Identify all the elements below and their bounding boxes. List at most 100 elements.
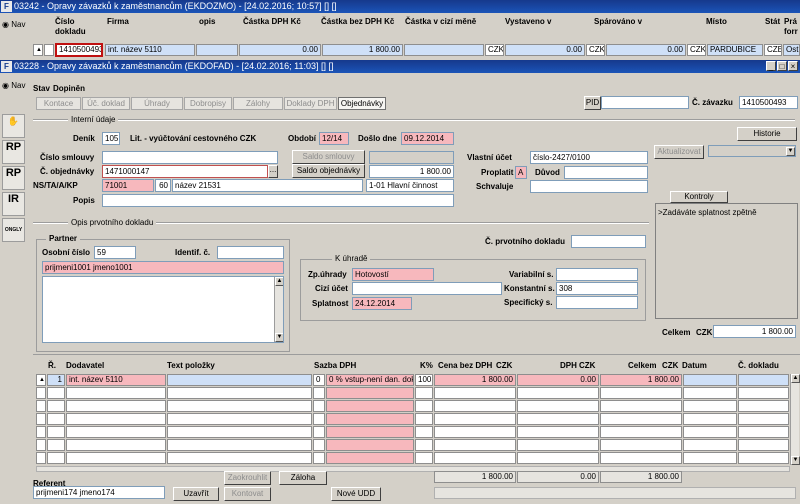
aktualizovat-select[interactable]: ▼ [708, 145, 796, 157]
table-cell[interactable] [47, 426, 65, 438]
table-cell[interactable] [167, 400, 312, 412]
a-field[interactable]: název 21531 [172, 179, 363, 192]
table-cell[interactable] [415, 426, 433, 438]
table-cell[interactable] [47, 400, 65, 412]
col-c-dokladu[interactable]: Č. dokladu [738, 361, 779, 370]
table-cell[interactable] [415, 439, 433, 451]
table-cell[interactable] [683, 413, 737, 425]
cell-mena3[interactable]: CZK [687, 44, 706, 56]
cell-cena[interactable]: 1 800.00 [434, 374, 516, 386]
table-cell[interactable] [517, 426, 599, 438]
cell-mena1[interactable]: CZK [485, 44, 504, 56]
table-cell[interactable] [167, 439, 312, 451]
cell-sparovano[interactable]: 0.00 [606, 44, 686, 56]
table-cell[interactable] [415, 400, 433, 412]
table-cell[interactable] [167, 452, 312, 464]
saldo-smlouvy-button[interactable]: Saldo smlouvy [292, 150, 365, 164]
table-cell[interactable] [600, 426, 682, 438]
tab-uc-doklad[interactable]: Úč. doklad [82, 97, 130, 110]
table-row[interactable] [30, 426, 800, 438]
table-row[interactable]: ▲ 1 int. název 5110 0 0 % vstup-není dan… [30, 374, 800, 386]
partner-name-field[interactable]: prijmeni1001 jmeno1001 [42, 261, 284, 274]
nav-button[interactable]: ◉ Nav [2, 80, 25, 91]
col-cena[interactable]: Cena bez DPH [438, 361, 492, 370]
table-cell[interactable] [167, 426, 312, 438]
cell-r[interactable]: 1 [47, 374, 65, 386]
col-castka-dph[interactable]: Částka DPH Kč [243, 17, 301, 26]
kontovat-button[interactable]: Kontovat [224, 487, 271, 501]
table-cell[interactable] [683, 439, 737, 451]
tab-kontace[interactable]: Kontace [36, 97, 81, 110]
table-cell[interactable] [36, 387, 46, 399]
table-row[interactable] [30, 452, 800, 464]
table-cell[interactable] [434, 426, 516, 438]
zaokrouhlit-button[interactable]: Zaokrouhlit [224, 471, 271, 485]
table-cell[interactable] [683, 452, 737, 464]
cizi-ucet-field[interactable] [352, 282, 502, 295]
table-cell[interactable] [66, 452, 166, 464]
table-cell[interactable] [738, 439, 789, 451]
col-dodavatel[interactable]: Dodavatel [66, 361, 104, 370]
table-cell[interactable] [600, 452, 682, 464]
tab-zalohy[interactable]: Zálohy [233, 97, 283, 110]
table-cell[interactable] [326, 413, 414, 425]
table-cell[interactable] [313, 387, 325, 399]
c-zavazku-field[interactable]: 1410500493 [739, 96, 798, 109]
table-cell[interactable] [47, 439, 65, 451]
table-row[interactable] [30, 400, 800, 412]
scroll-up-icon[interactable]: ▲ [275, 277, 283, 286]
kontroly-button[interactable]: Kontroly [670, 191, 728, 203]
cell-sazba-code[interactable]: 0 [313, 374, 325, 386]
table-cell[interactable] [415, 413, 433, 425]
table-cell[interactable] [36, 439, 46, 451]
specificky-field[interactable] [556, 296, 638, 309]
cell-vystaveno[interactable]: 0.00 [505, 44, 585, 56]
saldo-objednavky-button[interactable]: Saldo objednávky [292, 164, 365, 178]
col-vystaveno[interactable]: Vystaveno v [505, 17, 551, 26]
table-cell[interactable] [326, 387, 414, 399]
denik-field[interactable]: 105 [102, 132, 120, 145]
row-selector[interactable]: ▲ [36, 374, 46, 386]
col-dph[interactable]: DPH [560, 361, 577, 370]
table-cell[interactable] [313, 452, 325, 464]
table-cell[interactable] [517, 387, 599, 399]
zp-uhrady-field[interactable]: Hotovostí [352, 268, 434, 281]
table-cell[interactable] [434, 400, 516, 412]
minimize-button[interactable]: _ [766, 61, 776, 71]
col-castka-bez-dph[interactable]: Částka bez DPH Kč [321, 17, 394, 26]
table-cell[interactable] [313, 413, 325, 425]
rp-icon[interactable]: RP [2, 140, 25, 164]
nove-udd-button[interactable]: Nové UDD [331, 487, 381, 501]
table-cell[interactable] [47, 452, 65, 464]
cell-c-dokladu[interactable] [738, 374, 789, 386]
splatnost-field[interactable]: 24.12.2014 [352, 297, 412, 310]
close-button[interactable]: × [788, 61, 798, 71]
c-objednavky-field[interactable]: 1471000147 [102, 165, 268, 178]
tab-doklady-dph[interactable]: Doklady DPH [284, 97, 337, 110]
cell-castka-bez-dph[interactable]: 1 800.00 [322, 44, 403, 56]
table-cell[interactable] [738, 452, 789, 464]
table-cell[interactable] [326, 452, 414, 464]
cell-dph[interactable]: 0.00 [517, 374, 599, 386]
table-cell[interactable] [738, 387, 789, 399]
col-castka-cizi[interactable]: Částka v cizí měně [405, 17, 476, 26]
scroll-down-icon[interactable]: ▼ [791, 456, 800, 465]
aktualizovat-button[interactable]: Aktualizovat [654, 145, 704, 159]
proplatit-field[interactable]: A [515, 166, 527, 179]
col-sparovano[interactable]: Spárováno v [594, 17, 642, 26]
scroll-down-icon[interactable]: ▼ [275, 333, 283, 342]
table-cell[interactable] [167, 413, 312, 425]
cell-castka-dph[interactable]: 0.00 [239, 44, 321, 56]
col-firma[interactable]: Firma [107, 17, 129, 26]
scrollbar[interactable]: ▲ ▼ [274, 277, 283, 342]
obdobi-field[interactable]: 12/14 [319, 132, 349, 145]
tab-uhrady[interactable]: Úhrady [131, 97, 183, 110]
cell-k[interactable]: 100 [415, 374, 433, 386]
referent-field[interactable]: prijmeni174 jmeno174 [33, 486, 165, 499]
col-celkem[interactable]: Celkem [628, 361, 656, 370]
cell-stat[interactable]: CZE [764, 44, 782, 56]
table-cell[interactable] [683, 387, 737, 399]
table-row[interactable] [30, 387, 800, 399]
col-pra[interactable]: Prá forr [784, 17, 798, 37]
table-row[interactable] [30, 439, 800, 451]
